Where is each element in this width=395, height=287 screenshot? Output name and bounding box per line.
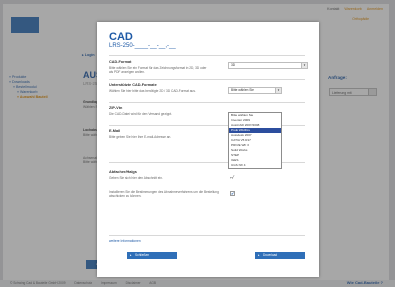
cad-format-select[interactable]: 3D ▾	[228, 62, 308, 69]
chevron-down-icon: ▾	[275, 88, 281, 93]
email-text: Bitte geben Sie hier Ihre E-mail-Adresse…	[109, 135, 172, 139]
cad-format-select-value: 3D	[231, 63, 236, 67]
divider	[109, 55, 305, 56]
arrow-right-icon: ▸	[130, 253, 132, 257]
email-label: E-Mail	[109, 129, 121, 133]
close-button-label: Schließen	[135, 253, 150, 257]
terms-checkbox[interactable]: ✔	[230, 191, 235, 196]
supported-formats-select-value: Bitte wählen Sie	[231, 88, 254, 92]
supported-formats-select[interactable]: Bitte wählen Sie ▾	[228, 87, 282, 94]
zip-text: Die CAD-Datei wird für den Versand gezip…	[109, 112, 173, 116]
arrow-right-icon: ▸	[258, 253, 260, 257]
cad-file-icon[interactable]: ⌐⁄	[230, 175, 234, 181]
download-button[interactable]: ▸ Download	[255, 252, 305, 259]
dropdown-option[interactable]: UGS NX 4	[229, 163, 281, 168]
modal-subtitle: LRS-250-____-__-__,-__	[109, 43, 176, 49]
supported-formats-label: Unterstützte CAD-Formate	[109, 83, 157, 87]
cad-modal: CAD LRS-250-____-__-__,-__ CAD-Format Bi…	[97, 22, 319, 277]
cad-format-text: Bitte wählen Sie ein Format für das Zeic…	[109, 66, 207, 75]
terms-text: Installieren Sie die Bestimmungen des Ab…	[109, 190, 219, 199]
close-button[interactable]: ▸ Schließen	[127, 252, 177, 259]
download-button-label: Download	[263, 253, 278, 257]
abfacher-label: Abfacher/Halgs	[109, 170, 137, 174]
cad-format-label: CAD-Format	[109, 60, 132, 64]
modal-title: CAD	[109, 31, 133, 43]
divider	[109, 235, 305, 236]
supported-formats-dropdown[interactable]: Bitte wählen Sie Inventor 2009 AutoCAD 2…	[228, 112, 282, 169]
chevron-down-icon: ▾	[301, 63, 307, 68]
divider	[109, 102, 305, 103]
supported-formats-text: Wählen Sie hier bitte das benötigte 2D /…	[109, 89, 196, 93]
more-info-link[interactable]: weitere Informationen	[109, 239, 141, 243]
zip-label: ZIP-Vtn	[109, 106, 123, 110]
abfacher-text: Geben Sie sich hier den Abschnitt ein.	[109, 176, 163, 180]
divider	[109, 79, 305, 80]
